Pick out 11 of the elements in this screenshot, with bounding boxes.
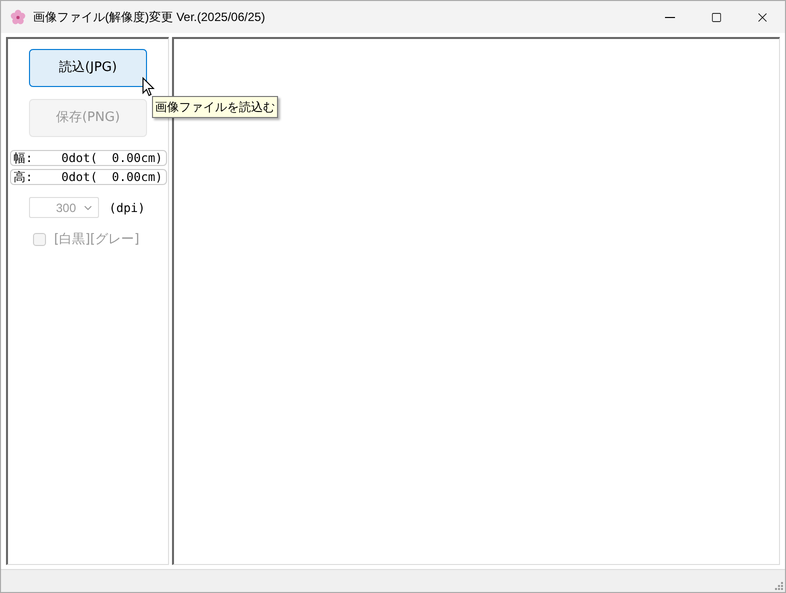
resize-grip-icon bbox=[774, 581, 783, 590]
flower-icon bbox=[10, 9, 26, 25]
cursor-icon bbox=[142, 77, 155, 97]
size-field: 幅: 0dot( 0.00cm) bbox=[10, 150, 166, 166]
maximize-icon bbox=[710, 12, 722, 22]
dpi-unit: (dpi) bbox=[109, 200, 146, 216]
minimize-icon bbox=[665, 16, 675, 18]
load-button[interactable]: 読込(JPG) bbox=[29, 49, 147, 87]
size-field: 高: 0dot( 0.00cm) bbox=[10, 169, 166, 185]
tooltip: 画像ファイルを読込む bbox=[152, 96, 278, 118]
window-title: 画像ファイル(解像度)変更 Ver.(2025/06/25) bbox=[33, 9, 266, 26]
